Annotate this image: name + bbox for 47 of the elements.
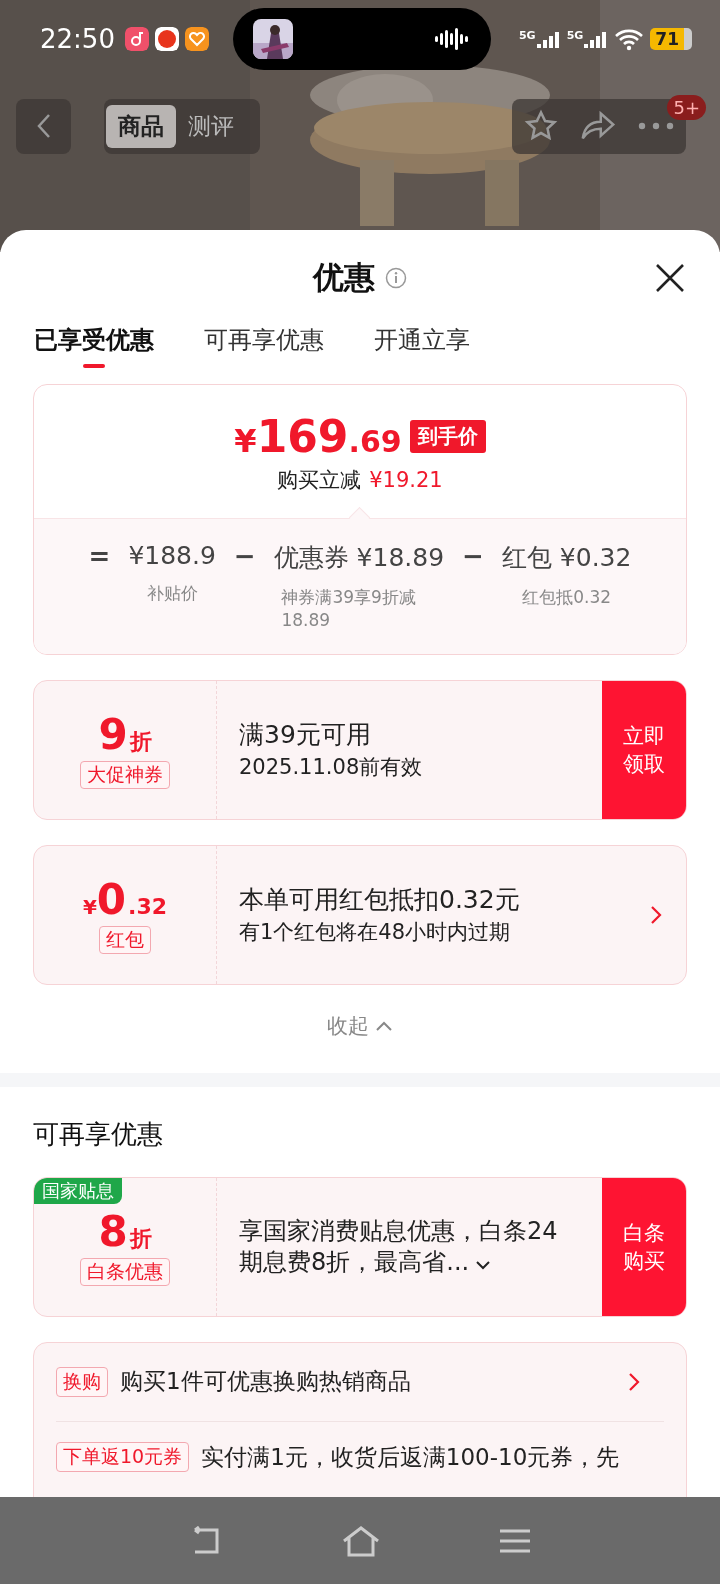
coupon-title: 本单可用红包抵扣0.32元 (239, 884, 521, 917)
coupon-tag: 白条优惠 (80, 1258, 170, 1287)
chevron-down-icon[interactable] (475, 1259, 492, 1270)
close-icon[interactable] (654, 262, 686, 294)
final-price: ¥169.69 (234, 411, 402, 462)
coupon-card[interactable]: 9折 大促神券 满39元可用 2025.11.08前有效 立即领取 (33, 679, 687, 820)
operator: − (462, 541, 484, 573)
offer-tab[interactable]: 开通立享 (374, 314, 470, 370)
collapse-link[interactable]: 收起 (0, 1006, 720, 1045)
coupon-value: 8折 (98, 1207, 152, 1257)
operator: = (88, 541, 111, 573)
coupon-title: 满39元可用 (239, 719, 372, 752)
coupon-tag: 大促神券 (80, 761, 170, 790)
info-icon[interactable] (385, 267, 407, 289)
offer-tab[interactable]: 已享受优惠 (34, 314, 154, 370)
chevron-right-icon (628, 1371, 640, 1392)
coupon-value: 9折 (98, 710, 152, 760)
offer-tag: 下单返10元券 (56, 1441, 190, 1472)
menu-icon[interactable] (499, 1527, 531, 1554)
coupon-value: ¥0.32 (82, 875, 168, 925)
price-tag: 到手价 (409, 420, 486, 453)
amount: ¥188.9 (128, 541, 216, 570)
amount: 红包 ¥0.32 (501, 542, 632, 574)
coupon-description: 享国家消费贴息优惠，白条24期息费8折，最高省... (239, 1215, 559, 1278)
claim-button[interactable]: 立即领取 (602, 680, 686, 819)
buy-button[interactable]: 白条购买 (602, 1177, 686, 1316)
coupon-corner-tag: 国家贴息 (34, 1177, 122, 1204)
coupon-subtitle: 有1个红包将在48小时内过期 (239, 919, 512, 947)
amount-note: 补贴价 (146, 582, 198, 605)
amount: 优惠券 ¥18.89 (273, 542, 445, 574)
operator: − (233, 541, 256, 573)
home-icon[interactable] (341, 1524, 381, 1557)
coupon-card[interactable]: ¥0.32 红包 本单可用红包抵扣0.32元 有1个红包将在48小时内过期 (33, 844, 687, 985)
chevron-right-icon (650, 904, 662, 925)
offer-tab[interactable]: 可再享优惠 (204, 314, 324, 370)
chevron-up-icon (375, 1019, 393, 1032)
offer-text: 购买1件可优惠换购热销商品 (120, 1367, 412, 1397)
amount-note: 神券满39享9折减18.89 (281, 586, 417, 632)
coupon-subtitle: 2025.11.08前有效 (239, 754, 424, 782)
reduction-text: 购买立减 ¥19.21 (277, 467, 443, 494)
offer-text: 实付满1元，收货后返满100-10元券，先 (201, 1442, 621, 1472)
sheet-title: 优惠 (313, 258, 375, 297)
section-title: 可再享优惠 (33, 1117, 164, 1151)
coupon-tag: 红包 (99, 926, 151, 955)
amount-note: 红包抵0.32 (522, 586, 612, 609)
coupon-card[interactable]: 国家贴息 8折 白条优惠 享国家消费贴息优惠，白条24期息费8折，最高省... 白条购买 (33, 1176, 687, 1317)
offer-tag: 换购 (56, 1366, 108, 1397)
